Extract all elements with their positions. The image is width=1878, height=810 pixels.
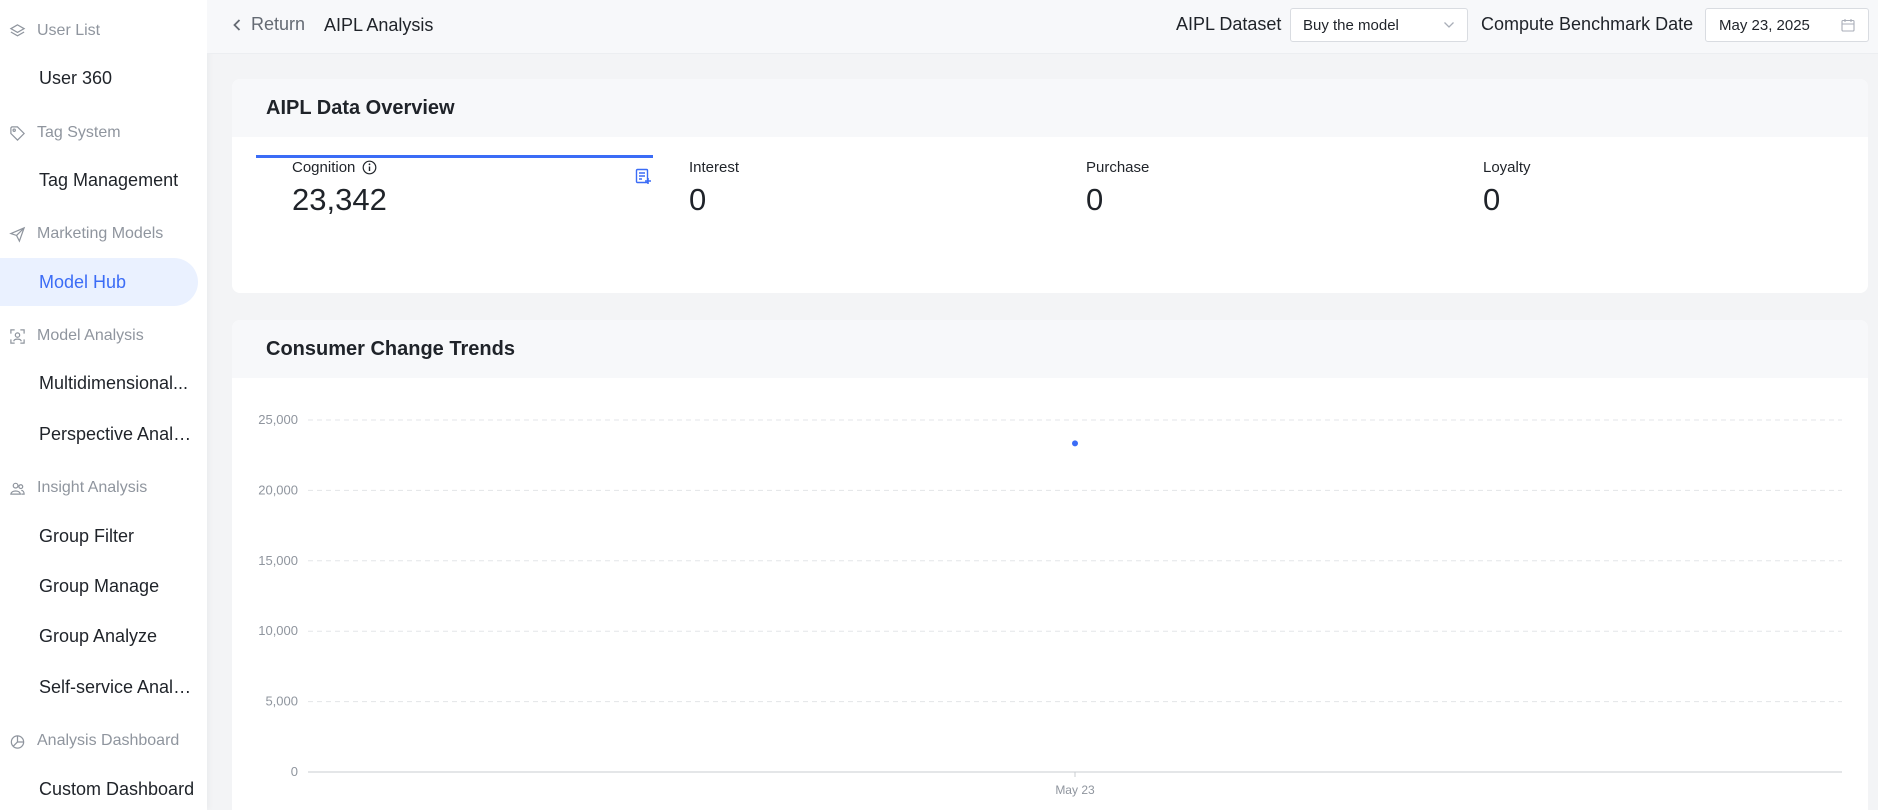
- metric-loyalty[interactable]: Loyalty 0: [1483, 159, 1531, 218]
- sidebar-group-label: Model Analysis: [37, 327, 144, 344]
- chevron-left-icon: [233, 18, 241, 31]
- metric-value: 0: [1483, 182, 1501, 217]
- sidebar-item-model-hub[interactable]: Model Hub: [0, 258, 198, 306]
- metric-label: Purchase: [1086, 159, 1150, 176]
- y-tick-label: 15,000: [258, 553, 298, 568]
- sidebar-item-label: Group Manage: [39, 575, 160, 596]
- sidebar-item-label: Multidimensional...: [39, 372, 189, 393]
- sidebar-item-perspective-analysis[interactable]: Perspective Analy...: [0, 410, 198, 458]
- sidebar-item-group-filter[interactable]: Group Filter: [0, 512, 198, 560]
- sidebar-group-label: Marketing Models: [37, 225, 164, 242]
- sidebar-item-label: Self-service Analy...: [39, 676, 195, 697]
- metric-value: 23,342: [292, 182, 387, 217]
- sidebar-group-user-list[interactable]: User List: [0, 21, 100, 41]
- sidebar-item-custom-dashboard[interactable]: Custom Dashboard: [0, 765, 198, 810]
- sidebar-group-marketing-models[interactable]: Marketing Models: [0, 224, 163, 244]
- dataset-select[interactable]: Buy the model: [1290, 8, 1468, 42]
- sidebar-item-label: Custom Dashboard: [39, 778, 195, 799]
- metric-label: Interest: [689, 159, 740, 176]
- info-icon[interactable]: [362, 160, 377, 175]
- metric-cognition[interactable]: Cognition 23,342: [292, 159, 387, 218]
- active-metric-indicator: [256, 155, 653, 158]
- aipl-overview-card: AIPL Data Overview Cognition 23,342 Inte…: [232, 79, 1868, 293]
- benchmark-date-label: Compute Benchmark Date: [1481, 14, 1694, 34]
- sidebar-group-label: User List: [37, 22, 101, 39]
- tag-icon: [8, 124, 26, 142]
- metric-value: 0: [1086, 182, 1104, 217]
- metric-interest[interactable]: Interest 0: [689, 159, 739, 218]
- sidebar-group-analysis-dashboard[interactable]: Analysis Dashboard: [0, 731, 179, 751]
- y-tick-label: 25,000: [258, 412, 298, 427]
- sidebar-item-user-360[interactable]: User 360: [0, 54, 198, 102]
- sidebar-item-label: Perspective Analy...: [39, 423, 195, 444]
- sidebar-group-tag-system[interactable]: Tag System: [0, 123, 121, 143]
- dataset-select-value: Buy the model: [1303, 16, 1399, 34]
- sidebar-group-label: Tag System: [37, 124, 121, 141]
- trends-title: Consumer Change Trends: [232, 320, 1868, 378]
- sidebar-item-label: Group Filter: [39, 525, 135, 546]
- chevron-down-icon: [1444, 22, 1454, 28]
- sidebar-item-multidimensional[interactable]: Multidimensional...: [0, 359, 198, 407]
- metric-value: 0: [689, 182, 707, 217]
- sidebar-item-label: User 360: [39, 67, 113, 88]
- benchmark-date-value: May 23, 2025: [1719, 16, 1810, 34]
- note-add-icon[interactable]: [635, 168, 652, 185]
- y-tick-label: 0: [291, 764, 298, 779]
- sidebar-group-model-analysis[interactable]: Model Analysis: [0, 326, 144, 346]
- calendar-icon: [1841, 19, 1855, 32]
- sidebar-item-group-analyze[interactable]: Group Analyze: [0, 612, 198, 660]
- y-tick-label: 5,000: [265, 694, 298, 709]
- page-title: AIPL Analysis: [324, 15, 434, 35]
- x-tick-label: May 23: [1055, 783, 1095, 797]
- sidebar-group-label: Analysis Dashboard: [37, 732, 180, 749]
- benchmark-date-picker[interactable]: May 23, 2025: [1705, 8, 1869, 42]
- users-icon: [8, 479, 26, 497]
- return-button[interactable]: Return: [232, 14, 305, 35]
- layers-icon: [8, 22, 26, 40]
- dataset-label: AIPL Dataset: [1176, 14, 1282, 34]
- send-icon: [8, 225, 26, 243]
- metric-label: Cognition: [292, 159, 356, 176]
- data-point[interactable]: [1072, 440, 1078, 447]
- consumer-trends-chart: 0 5,000 10,000 15,000 20,000 25,000 May 23: [258, 412, 1842, 797]
- return-label: Return: [251, 14, 306, 34]
- sidebar-item-group-manage[interactable]: Group Manage: [0, 562, 198, 610]
- overview-title: AIPL Data Overview: [232, 79, 1868, 137]
- sidebar-group-label: Insight Analysis: [37, 479, 148, 496]
- metric-purchase[interactable]: Purchase 0: [1086, 159, 1149, 218]
- pie-chart-icon: [8, 732, 26, 750]
- scan-person-icon: [8, 327, 26, 345]
- sidebar-item-label: Tag Management: [39, 169, 179, 190]
- consumer-trends-card: Consumer Change Trends 0 5,000 10,000 15,00…: [232, 320, 1868, 810]
- y-tick-label: 10,000: [258, 623, 298, 638]
- sidebar-item-label: Group Analyze: [39, 625, 158, 646]
- sidebar: User List User 360 Tag System Tag Manage…: [0, 0, 207, 810]
- sidebar-item-tag-management[interactable]: Tag Management: [0, 156, 198, 204]
- sidebar-group-insight-analysis[interactable]: Insight Analysis: [0, 478, 147, 498]
- metric-label: Loyalty: [1483, 159, 1531, 176]
- top-header: Return AIPL Analysis AIPL Dataset Buy th…: [207, 0, 1878, 54]
- sidebar-item-self-service-analysis[interactable]: Self-service Analy...: [0, 663, 198, 711]
- sidebar-item-label: Model Hub: [39, 271, 127, 292]
- y-tick-label: 20,000: [258, 482, 298, 497]
